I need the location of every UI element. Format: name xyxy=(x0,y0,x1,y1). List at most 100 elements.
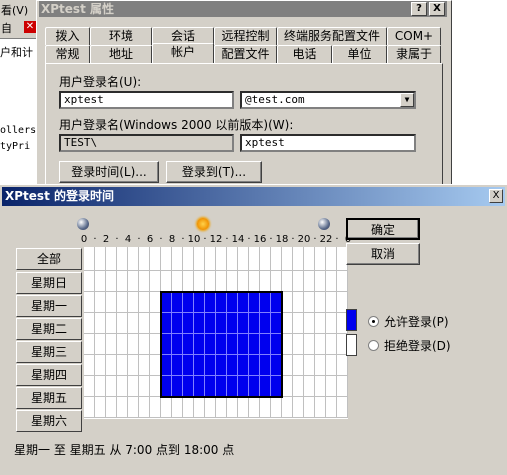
permitted-hour-cell[interactable] xyxy=(227,334,238,355)
denied-hour-cell[interactable] xyxy=(282,292,293,313)
denied-hour-cell[interactable] xyxy=(150,376,161,397)
delete-icon[interactable]: ✕ xyxy=(24,21,36,33)
denied-hour-cell[interactable] xyxy=(315,292,326,313)
permitted-hour-cell[interactable] xyxy=(183,292,194,313)
denied-hour-cell[interactable] xyxy=(227,271,238,292)
permitted-hour-cell[interactable] xyxy=(271,334,282,355)
tab-profile[interactable]: 配置文件 xyxy=(214,45,277,63)
denied-hour-cell[interactable] xyxy=(293,355,304,376)
allow-logon-radio[interactable] xyxy=(368,316,379,327)
denied-hour-cell[interactable] xyxy=(271,271,282,292)
denied-hour-cell[interactable] xyxy=(315,334,326,355)
hour-column-header[interactable] xyxy=(216,247,227,271)
denied-hour-cell[interactable] xyxy=(150,292,161,313)
tab-telephones[interactable]: 电话 xyxy=(277,45,332,63)
denied-hour-cell[interactable] xyxy=(150,355,161,376)
denied-hour-cell[interactable] xyxy=(260,271,271,292)
permitted-hour-cell[interactable] xyxy=(249,376,260,397)
denied-hour-cell[interactable] xyxy=(282,313,293,334)
permitted-hour-cell[interactable] xyxy=(271,313,282,334)
denied-hour-cell[interactable] xyxy=(315,376,326,397)
denied-hour-cell[interactable] xyxy=(282,271,293,292)
tab-remote-control[interactable]: 远程控制 xyxy=(214,27,277,45)
permitted-hour-cell[interactable] xyxy=(271,355,282,376)
permitted-hour-cell[interactable] xyxy=(205,334,216,355)
denied-hour-cell[interactable] xyxy=(106,376,117,397)
permitted-hour-cell[interactable] xyxy=(205,313,216,334)
day-wednesday-button[interactable]: 星期三 xyxy=(16,341,82,363)
permitted-hour-cell[interactable] xyxy=(260,334,271,355)
permitted-hour-cell[interactable] xyxy=(227,313,238,334)
denied-hour-cell[interactable] xyxy=(326,355,337,376)
tab-terminal-services-profile[interactable]: 终端服务配置文件 xyxy=(277,27,387,45)
permitted-hour-cell[interactable] xyxy=(249,313,260,334)
denied-hour-cell[interactable] xyxy=(293,313,304,334)
deny-logon-radio[interactable] xyxy=(368,340,379,351)
denied-hour-cell[interactable] xyxy=(84,376,95,397)
denied-hour-cell[interactable] xyxy=(139,355,150,376)
denied-hour-cell[interactable] xyxy=(95,313,106,334)
permitted-hour-cell[interactable] xyxy=(271,376,282,397)
denied-hour-cell[interactable] xyxy=(84,313,95,334)
denied-hour-cell[interactable] xyxy=(106,271,117,292)
permitted-hour-cell[interactable] xyxy=(238,292,249,313)
denied-hour-cell[interactable] xyxy=(282,397,293,418)
permitted-hour-cell[interactable] xyxy=(205,292,216,313)
hour-column-header[interactable] xyxy=(326,247,337,271)
denied-hour-cell[interactable] xyxy=(95,334,106,355)
denied-hour-cell[interactable] xyxy=(84,334,95,355)
hour-column-header[interactable] xyxy=(95,247,106,271)
ok-button[interactable]: 确定 xyxy=(346,218,420,240)
denied-hour-cell[interactable] xyxy=(95,355,106,376)
hour-column-header[interactable] xyxy=(172,247,183,271)
cancel-button[interactable]: 取消 xyxy=(346,243,420,265)
tab-account[interactable]: 帐户 xyxy=(152,43,214,63)
denied-hour-cell[interactable] xyxy=(84,271,95,292)
permitted-hour-cell[interactable] xyxy=(194,313,205,334)
tab-general[interactable]: 常规 xyxy=(45,45,90,63)
denied-hour-cell[interactable] xyxy=(139,376,150,397)
tab-environment[interactable]: 环境 xyxy=(90,27,152,45)
day-monday-button[interactable]: 星期一 xyxy=(16,295,82,317)
denied-hour-cell[interactable] xyxy=(183,397,194,418)
permitted-hour-cell[interactable] xyxy=(216,313,227,334)
close-button[interactable]: X xyxy=(489,189,503,203)
denied-hour-cell[interactable] xyxy=(282,334,293,355)
denied-hour-cell[interactable] xyxy=(161,397,172,418)
permitted-hour-cell[interactable] xyxy=(216,355,227,376)
permitted-hour-cell[interactable] xyxy=(161,376,172,397)
permitted-hour-cell[interactable] xyxy=(260,313,271,334)
permitted-hour-cell[interactable] xyxy=(172,313,183,334)
denied-hour-cell[interactable] xyxy=(293,292,304,313)
logon-to-button[interactable]: 登录到(T)... xyxy=(166,161,262,183)
denied-hour-cell[interactable] xyxy=(117,313,128,334)
hour-column-header[interactable] xyxy=(315,247,326,271)
denied-hour-cell[interactable] xyxy=(216,397,227,418)
permitted-hour-cell[interactable] xyxy=(183,376,194,397)
permitted-hour-cell[interactable] xyxy=(249,334,260,355)
tab-com-plus[interactable]: COM+ xyxy=(387,27,441,45)
denied-hour-cell[interactable] xyxy=(238,271,249,292)
permitted-hour-cell[interactable] xyxy=(216,334,227,355)
denied-hour-cell[interactable] xyxy=(216,271,227,292)
denied-hour-cell[interactable] xyxy=(304,334,315,355)
denied-hour-cell[interactable] xyxy=(282,355,293,376)
denied-hour-cell[interactable] xyxy=(227,397,238,418)
denied-hour-cell[interactable] xyxy=(304,397,315,418)
hour-column-header[interactable] xyxy=(249,247,260,271)
denied-hour-cell[interactable] xyxy=(106,355,117,376)
denied-hour-cell[interactable] xyxy=(326,292,337,313)
hour-column-header[interactable] xyxy=(117,247,128,271)
domain-suffix-select[interactable]: @test.com ▼ xyxy=(240,91,416,109)
help-button[interactable]: ? xyxy=(411,2,427,16)
denied-hour-cell[interactable] xyxy=(249,397,260,418)
permitted-hour-cell[interactable] xyxy=(216,292,227,313)
hour-column-header[interactable] xyxy=(227,247,238,271)
denied-hour-cell[interactable] xyxy=(150,334,161,355)
permitted-hour-cell[interactable] xyxy=(161,334,172,355)
permitted-hour-cell[interactable] xyxy=(238,376,249,397)
denied-hour-cell[interactable] xyxy=(128,397,139,418)
denied-hour-cell[interactable] xyxy=(128,313,139,334)
properties-title-bar[interactable]: XPtest 属性 ? X xyxy=(39,1,447,17)
denied-hour-cell[interactable] xyxy=(117,334,128,355)
